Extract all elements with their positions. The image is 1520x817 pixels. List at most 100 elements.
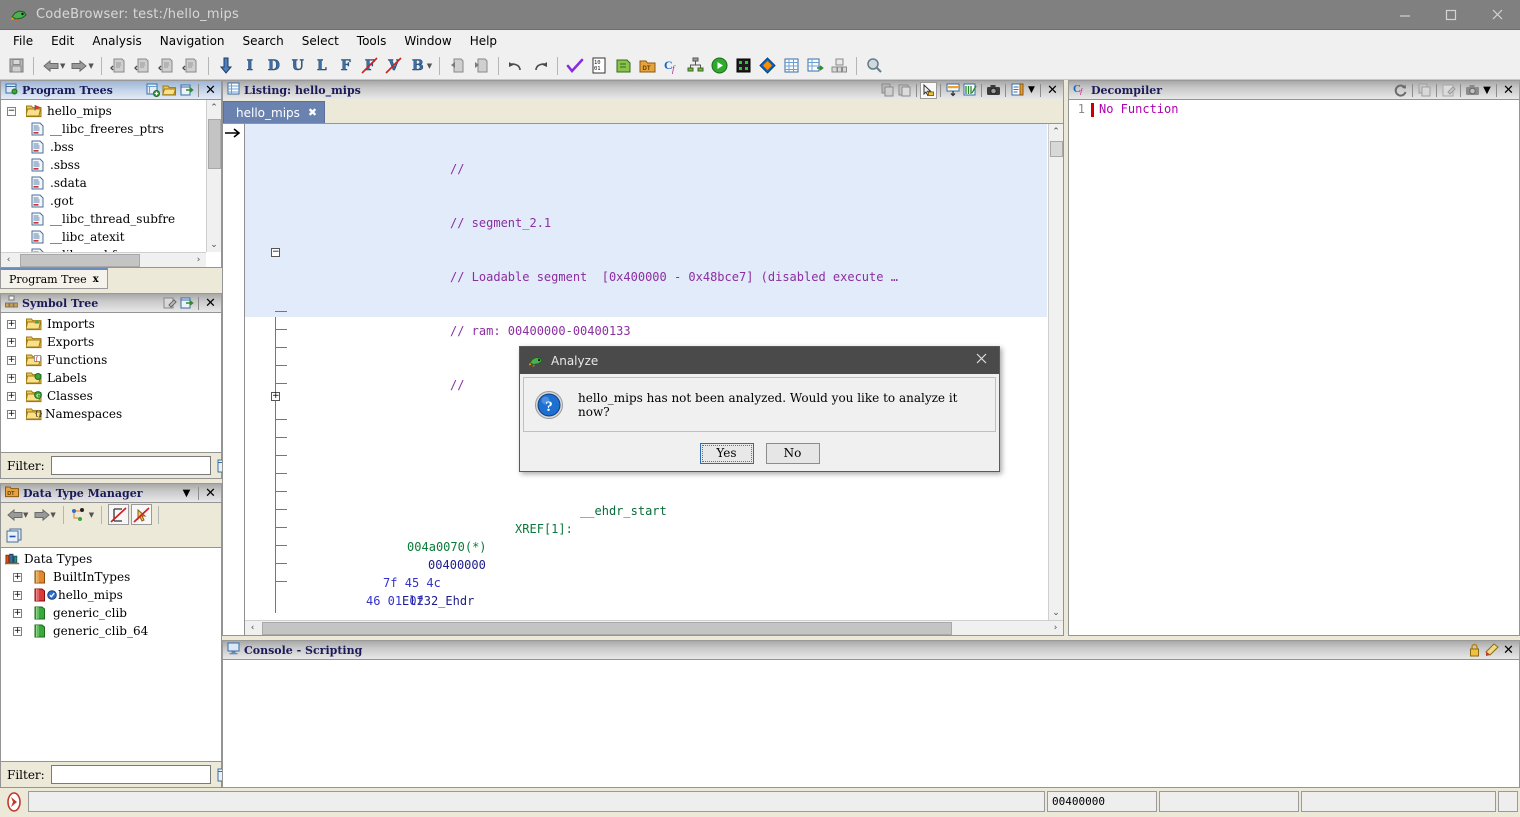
scroll-up-icon[interactable]: ⌃ xyxy=(1049,124,1064,139)
listing-hscrollbar[interactable]: ‹ › xyxy=(245,620,1063,635)
data-types-root[interactable]: Data Types xyxy=(5,550,221,568)
copy-icon[interactable] xyxy=(879,82,896,99)
open-tree-icon[interactable] xyxy=(161,82,178,99)
listing-vscrollbar[interactable]: ⌃ ⌄ xyxy=(1048,124,1063,620)
lock-icon[interactable] xyxy=(1466,642,1483,659)
tree-item-libc-atexit[interactable]: __libc_atexit xyxy=(3,228,221,246)
edit-icon[interactable] xyxy=(161,295,178,312)
format-dropdown-icon[interactable]: ▼ xyxy=(1026,82,1037,99)
menu-window[interactable]: Window xyxy=(395,32,460,50)
listing-address[interactable]: 00400000 xyxy=(375,558,486,572)
menu-edit[interactable]: Edit xyxy=(42,32,83,50)
run-icon[interactable] xyxy=(708,55,730,77)
snapshot-icon[interactable] xyxy=(178,82,195,99)
symbol-tree-close-icon[interactable]: ✕ xyxy=(202,295,219,312)
filter-dropdown-icon[interactable]: ▼ xyxy=(89,511,94,519)
console-output[interactable] xyxy=(222,659,1520,788)
program-trees-close-icon[interactable]: ✕ xyxy=(202,82,219,99)
listing-line[interactable]: // ram: 00400000-00400133 xyxy=(245,322,1063,340)
refresh-icon[interactable] xyxy=(1392,82,1409,99)
data-type-manager-filter-input[interactable] xyxy=(50,765,211,784)
data-type-manager-body[interactable]: Data Types + BuiltInTypes + hello_mips +… xyxy=(0,547,222,762)
decompiler-close-icon[interactable]: ✕ xyxy=(1500,82,1517,99)
new-tree-icon[interactable] xyxy=(144,82,161,99)
table-icon[interactable] xyxy=(780,55,802,77)
vscroll-track[interactable] xyxy=(1049,139,1064,605)
checkmark-icon[interactable] xyxy=(564,55,586,77)
symbol-tree-item-imports[interactable]: + Imports xyxy=(7,315,221,333)
hscroll-track[interactable] xyxy=(16,253,191,268)
vscroll-thumb[interactable] xyxy=(1049,141,1063,157)
paste-icon[interactable] xyxy=(896,82,913,99)
data-types-item-generic-clib[interactable]: + generic_clib xyxy=(5,604,221,622)
scroll-left-icon[interactable]: ‹ xyxy=(245,621,260,636)
export-icon[interactable] xyxy=(470,55,492,77)
scroll-down-icon[interactable]: ⌄ xyxy=(1049,605,1064,620)
hscroll-thumb[interactable] xyxy=(20,253,140,267)
format-icon[interactable] xyxy=(1009,82,1026,99)
diff-icon[interactable] xyxy=(756,55,778,77)
symbol-tree-item-namespaces[interactable]: + {} Namespaces xyxy=(7,405,221,423)
symbol-tree-icon[interactable] xyxy=(828,55,850,77)
search-memory-icon[interactable] xyxy=(863,55,885,77)
program-tree[interactable]: − hello_mips __libc_freeres_ptrs .bss .s… xyxy=(1,100,221,267)
menu-navigation[interactable]: Navigation xyxy=(151,32,234,50)
hscroll-track[interactable] xyxy=(260,621,1048,636)
toggle-f-icon[interactable]: F xyxy=(335,55,357,77)
save-icon[interactable] xyxy=(5,55,27,77)
scroll-down-icon[interactable]: ⌄ xyxy=(207,237,222,252)
minimize-button[interactable] xyxy=(1382,0,1428,30)
tab-close-icon[interactable]: x xyxy=(93,274,99,285)
toggle-d-icon[interactable]: D xyxy=(263,55,285,77)
forward-icon[interactable] xyxy=(68,55,90,77)
tree-item-libc-freeres-ptrs[interactable]: __libc_freeres_ptrs xyxy=(3,120,221,138)
snapshot-prev-fn-icon[interactable] xyxy=(156,55,178,77)
analyze-no-button[interactable]: No xyxy=(765,442,820,464)
listing-close-icon[interactable]: ✕ xyxy=(1044,82,1061,99)
toggle-b-dropdown-icon[interactable]: ▼ xyxy=(427,62,432,70)
decompiler-body[interactable]: 1 No Function xyxy=(1068,99,1520,636)
filter-tree-icon[interactable] xyxy=(70,504,91,525)
expand-toggle-icon[interactable]: + xyxy=(7,409,16,419)
undo-icon[interactable] xyxy=(505,55,527,77)
tab-close-icon[interactable]: ✖ xyxy=(308,106,317,119)
symbol-tree-body[interactable]: + Imports + Exports + f Functions + Labe… xyxy=(0,312,222,453)
expand-toggle-icon[interactable]: + xyxy=(7,319,16,329)
program-trees-vscrollbar[interactable]: ⌃ ⌄ xyxy=(206,100,221,252)
cursor-highlight-icon[interactable] xyxy=(920,81,937,99)
tree-item-sbss[interactable]: .sbss xyxy=(3,156,221,174)
tree-item-bss[interactable]: .bss xyxy=(3,138,221,156)
menu-tools[interactable]: Tools xyxy=(348,32,396,50)
data-type-manager-close-icon[interactable]: ✕ xyxy=(202,485,219,502)
symbol-tree-filter-input[interactable] xyxy=(50,456,211,475)
close-button[interactable] xyxy=(1474,0,1520,30)
back-dropdown-icon[interactable]: ▼ xyxy=(23,511,28,519)
analyze-dialog[interactable]: Analyze ? hello_mips has not been analyz… xyxy=(519,346,1000,472)
scroll-right-icon[interactable]: › xyxy=(191,253,206,268)
tree-item-libc-thread-subfreeres[interactable]: __libc_thread_subfre xyxy=(3,210,221,228)
expand-toggle-icon[interactable]: + xyxy=(13,608,22,618)
symbol-tree[interactable]: + Imports + Exports + f Functions + Labe… xyxy=(1,313,221,423)
expand-toggle-icon[interactable]: − xyxy=(7,106,16,116)
expand-toggle-icon[interactable]: + xyxy=(7,355,16,365)
disable-array-icon[interactable] xyxy=(108,504,130,525)
toggle-f-off-icon[interactable]: F xyxy=(359,55,381,77)
toggle-i-icon[interactable]: I xyxy=(239,55,261,77)
bytes-viewer-icon[interactable]: 10 01 xyxy=(588,55,610,77)
listing-line[interactable]: // xyxy=(245,160,1063,178)
data-types-item-generic-clib-64[interactable]: + generic_clib_64 xyxy=(5,622,221,640)
disable-pointer-icon[interactable] xyxy=(131,504,153,525)
tab-hello-mips[interactable]: hello_mips ✖ xyxy=(223,101,326,123)
redo-icon[interactable] xyxy=(529,55,551,77)
clear-icon[interactable] xyxy=(1483,642,1500,659)
decompile-icon[interactable]: Cf xyxy=(660,55,682,77)
copy-icon[interactable] xyxy=(1416,82,1433,99)
data-types-item-hello-mips[interactable]: + hello_mips xyxy=(5,586,221,604)
snapshot-icon[interactable] xyxy=(178,295,195,312)
expand-toggle-icon[interactable]: + xyxy=(7,373,16,383)
symbol-tree-item-exports[interactable]: + Exports xyxy=(7,333,221,351)
analyze-dialog-close-icon[interactable] xyxy=(970,352,993,369)
forward-icon[interactable] xyxy=(31,504,52,525)
dropdown-icon[interactable]: ▼ xyxy=(1481,82,1493,99)
scroll-left-icon[interactable]: ‹ xyxy=(1,253,16,268)
